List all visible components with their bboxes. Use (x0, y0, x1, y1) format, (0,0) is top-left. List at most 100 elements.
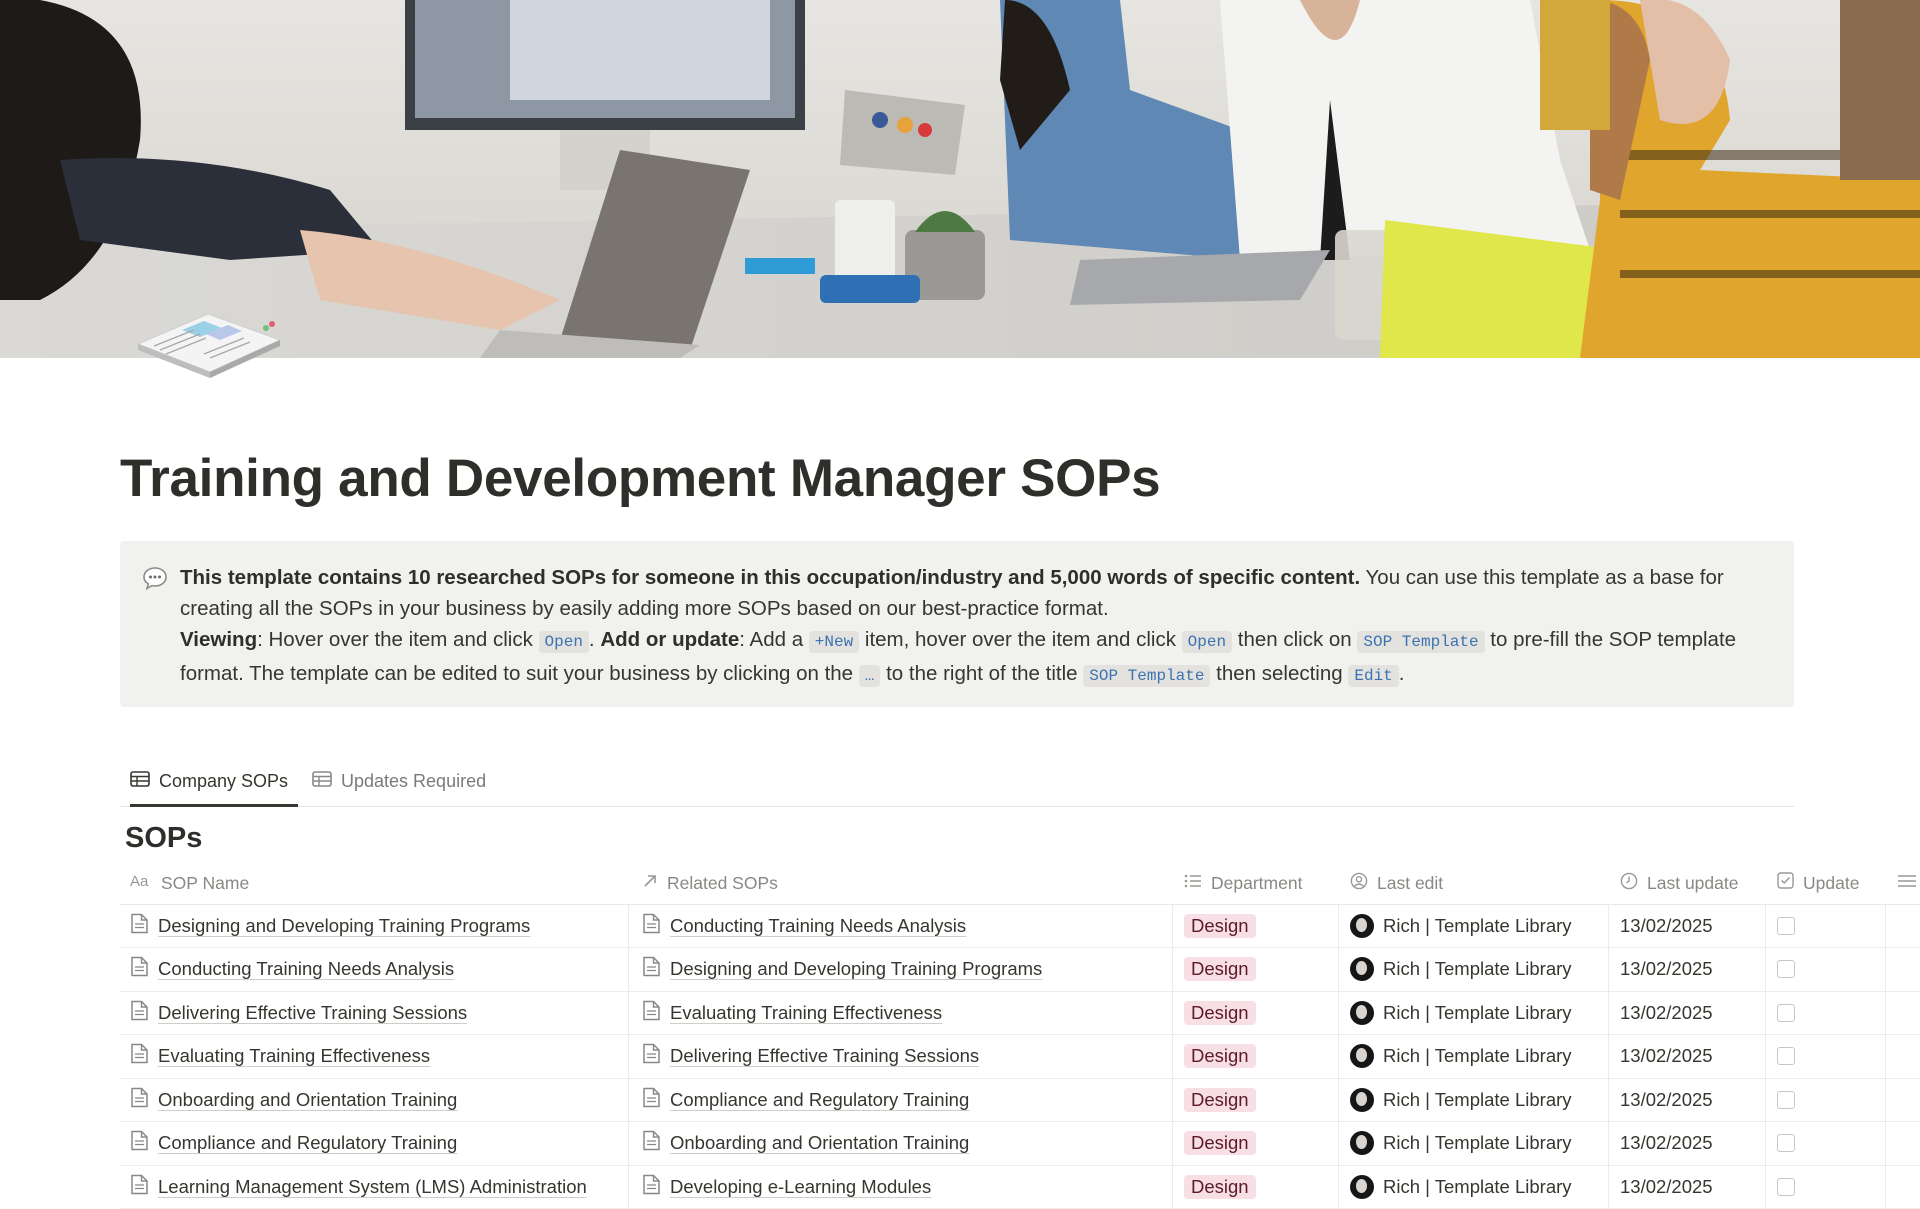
cell-update (1777, 1078, 1795, 1121)
sop-name-link[interactable]: Designing and Developing Training Progra… (158, 915, 530, 937)
column-divider (1885, 904, 1886, 947)
related-sop-link[interactable]: Designing and Developing Training Progra… (670, 958, 1042, 980)
column-divider (1608, 904, 1609, 947)
cell-department[interactable]: Design (1184, 904, 1256, 947)
related-sop-link[interactable]: Delivering Effective Training Sessions (670, 1045, 979, 1067)
column-header-related-sops[interactable]: Related SOPs (642, 862, 778, 904)
cell-last-edit[interactable]: Rich | Template Library (1350, 1122, 1572, 1165)
column-header-update[interactable]: Update (1777, 862, 1859, 904)
sop-name-link[interactable]: Evaluating Training Effectiveness (158, 1045, 430, 1067)
cell-related-sops: Onboarding and Orientation Training (642, 1122, 969, 1165)
table-row[interactable]: Designing and Developing Training Progra… (120, 904, 1920, 948)
cell-department[interactable]: Design (1184, 1035, 1256, 1078)
column-header-department[interactable]: Department (1184, 862, 1302, 904)
page-title[interactable]: Training and Development Manager SOPs (120, 448, 1161, 509)
update-checkbox[interactable] (1777, 1090, 1795, 1109)
sop-name-link[interactable]: Learning Management System (LMS) Adminis… (158, 1176, 587, 1198)
sop-name-link[interactable]: Delivering Effective Training Sessions (158, 1002, 467, 1024)
table-row[interactable]: Learning Management System (LMS) Adminis… (120, 1165, 1920, 1209)
column-divider (628, 1078, 629, 1121)
cell-related-sops: Evaluating Training Effectiveness (642, 991, 942, 1034)
column-divider (1608, 1121, 1609, 1165)
column-label: Last edit (1377, 872, 1444, 893)
related-sop-link[interactable]: Developing e-Learning Modules (670, 1176, 931, 1198)
related-sop-link[interactable]: Onboarding and Orientation Training (670, 1132, 969, 1154)
column-divider (1608, 1034, 1609, 1078)
last-update-date: 13/02/2025 (1620, 1175, 1713, 1197)
cell-update (1777, 1165, 1795, 1208)
tab-updates-required[interactable]: Updates Required (312, 758, 486, 805)
table-row[interactable]: Delivering Effective Training Sessions E… (120, 991, 1920, 1035)
column-divider (1765, 947, 1766, 991)
column-divider (1765, 1078, 1766, 1121)
related-sop-link[interactable]: Evaluating Training Effectiveness (670, 1002, 942, 1024)
cell-last-edit[interactable]: Rich | Template Library (1350, 991, 1572, 1034)
table-row[interactable]: Compliance and Regulatory Training Onboa… (120, 1121, 1920, 1166)
column-divider (1608, 1165, 1609, 1208)
update-checkbox[interactable] (1777, 1134, 1795, 1152)
cell-last-update: 13/02/2025 (1620, 1078, 1713, 1121)
table-icon (130, 771, 159, 792)
cell-related-sops: Compliance and Regulatory Training (642, 1078, 969, 1121)
cell-last-edit[interactable]: Rich | Template Library (1350, 1078, 1572, 1121)
column-divider (628, 991, 629, 1034)
cell-department[interactable]: Design (1184, 1165, 1256, 1208)
column-header-last-update[interactable]: Last update (1620, 862, 1738, 904)
avatar (1350, 1174, 1374, 1199)
avatar (1350, 957, 1374, 981)
tab-label: Updates Required (341, 771, 487, 791)
cell-last-edit[interactable]: Rich | Template Library (1350, 948, 1572, 991)
sop-name-link[interactable]: Compliance and Regulatory Training (158, 1132, 457, 1154)
document-icon (130, 956, 149, 982)
cell-related-sops: Conducting Training Needs Analysis (642, 904, 966, 947)
document-icon (130, 1130, 149, 1156)
more-columns-icon (1897, 873, 1920, 894)
database-title[interactable]: SOPs (125, 822, 202, 855)
column-header-more[interactable] (1897, 862, 1920, 904)
cell-department[interactable]: Design (1184, 991, 1256, 1034)
update-checkbox[interactable] (1777, 1003, 1795, 1022)
text-type-icon: Aa (130, 873, 161, 894)
last-edit-user: Rich | Template Library (1383, 914, 1572, 936)
last-update-date: 13/02/2025 (1620, 1132, 1713, 1153)
cell-last-edit[interactable]: Rich | Template Library (1350, 904, 1572, 947)
update-checkbox[interactable] (1777, 1177, 1795, 1196)
cell-related-sops: Developing e-Learning Modules (642, 1165, 931, 1208)
sop-name-link[interactable]: Onboarding and Orientation Training (158, 1089, 457, 1111)
cell-related-sops: Designing and Developing Training Progra… (642, 948, 1042, 991)
add-text: item, hover over the item and click (859, 628, 1182, 651)
paper-stack-icon[interactable] (134, 306, 284, 386)
related-sop-link[interactable]: Compliance and Regulatory Training (670, 1089, 969, 1111)
update-checkbox[interactable] (1777, 1047, 1795, 1065)
department-tag: Design (1184, 957, 1256, 981)
cell-last-edit[interactable]: Rich | Template Library (1350, 1035, 1572, 1078)
speech-bubble-icon (142, 565, 168, 591)
department-tag: Design (1184, 1131, 1256, 1155)
table-row[interactable]: Conducting Training Needs Analysis Desig… (120, 947, 1920, 992)
cover-image (0, 0, 1920, 358)
table-icon (312, 771, 341, 792)
related-sop-link[interactable]: Conducting Training Needs Analysis (670, 915, 966, 937)
cell-department[interactable]: Design (1184, 948, 1256, 991)
column-header-sop-name[interactable]: Aa SOP Name (130, 862, 249, 904)
tab-label: Company SOPs (159, 771, 289, 791)
update-checkbox[interactable] (1777, 960, 1795, 978)
table-row[interactable]: Onboarding and Orientation Training Comp… (120, 1078, 1920, 1122)
cell-sop-name: Learning Management System (LMS) Adminis… (130, 1165, 587, 1208)
cell-last-edit[interactable]: Rich | Template Library (1350, 1165, 1572, 1208)
sop-name-link[interactable]: Conducting Training Needs Analysis (158, 958, 454, 980)
column-divider (1885, 1121, 1886, 1165)
table-row[interactable]: Evaluating Training Effectiveness Delive… (120, 1034, 1920, 1079)
cell-department[interactable]: Design (1184, 1078, 1256, 1121)
tab-company-sops[interactable]: Company SOPs (130, 758, 299, 807)
add-text: then selecting (1210, 662, 1349, 685)
column-divider (1608, 947, 1609, 991)
department-tag: Design (1184, 913, 1256, 938)
document-icon (130, 1174, 149, 1200)
update-checkbox[interactable] (1777, 916, 1795, 935)
column-divider (1885, 1034, 1886, 1078)
cell-sop-name: Delivering Effective Training Sessions (130, 991, 467, 1034)
cell-department[interactable]: Design (1184, 1122, 1256, 1165)
cell-update (1777, 948, 1795, 991)
column-header-last-edit[interactable]: Last edit (1350, 862, 1443, 904)
